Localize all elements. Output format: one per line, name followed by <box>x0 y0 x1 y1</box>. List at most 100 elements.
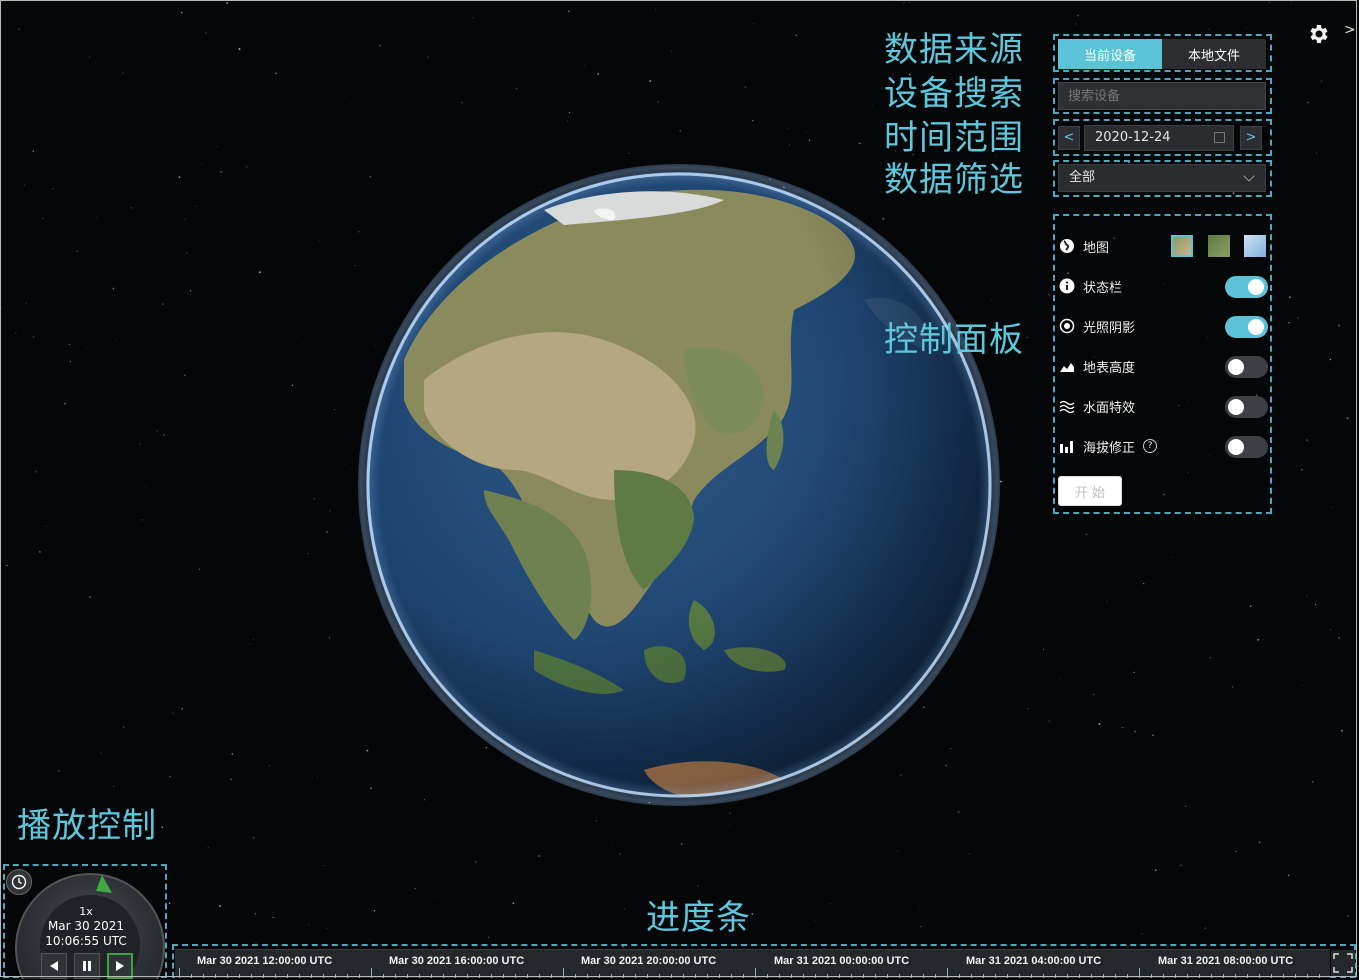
timeline-tick <box>527 974 528 978</box>
timeline-tick <box>275 974 276 978</box>
map-style-satellite[interactable] <box>1171 235 1193 257</box>
status-bar-toggle[interactable] <box>1225 276 1268 298</box>
timeline-tick <box>1259 974 1260 978</box>
water-toggle[interactable] <box>1225 396 1268 418</box>
timeline-tick <box>539 974 540 978</box>
speed-indicator-icon[interactable] <box>92 873 114 895</box>
globe-icon <box>1058 237 1076 255</box>
timeline-label: Mar 31 2021 08:00:00 UTC <box>1158 955 1293 967</box>
device-search-input[interactable] <box>1058 82 1266 110</box>
tab-current-device[interactable]: 当前设备 <box>1058 39 1162 69</box>
timeline-tick <box>575 974 576 978</box>
timeline-tick <box>1199 974 1200 978</box>
timeline-label: Mar 30 2021 16:00:00 UTC <box>389 955 524 967</box>
timeline-tick <box>995 974 996 978</box>
timeline-tick <box>287 974 288 978</box>
info-icon <box>1058 277 1076 295</box>
timeline-tick <box>599 974 600 978</box>
timeline-tick <box>851 974 852 978</box>
chevron-down-icon <box>1243 170 1254 181</box>
control-map-label: 地图 <box>1083 237 1109 256</box>
annotation-playback-control: 播放控制 <box>17 804 157 848</box>
control-lighting-label: 光照阴影 <box>1083 317 1135 336</box>
timeline-label: Mar 30 2021 12:00:00 UTC <box>197 955 332 967</box>
control-water-label: 水面特效 <box>1083 397 1135 416</box>
timeline-tick <box>719 974 720 978</box>
timeline-tick <box>419 974 420 978</box>
timeline-tick <box>395 974 396 978</box>
control-terrain: 地表高度 <box>1058 353 1268 379</box>
timeline-tick <box>203 974 204 978</box>
timeline-tick <box>671 974 672 978</box>
control-lighting: 光照阴影 <box>1058 313 1268 339</box>
timeline-label: Mar 30 2021 20:00:00 UTC <box>581 955 716 967</box>
help-icon[interactable]: ? <box>1143 439 1157 453</box>
timeline-tick <box>923 974 924 978</box>
control-status-bar-label: 状态栏 <box>1083 277 1122 296</box>
timeline-tick <box>515 974 516 978</box>
control-map: 地图 <box>1058 233 1268 259</box>
terrain-icon <box>1058 357 1076 375</box>
pause-button[interactable] <box>74 953 100 979</box>
date-field[interactable]: 2020-12-24 <box>1084 125 1234 151</box>
control-status-bar: 状态栏 <box>1058 273 1268 299</box>
timeline-tick <box>899 974 900 978</box>
timeline-tick <box>263 974 264 978</box>
timeline-tick <box>1247 974 1248 978</box>
timeline-tick <box>299 974 300 978</box>
timeline-bar[interactable]: Mar 30 2021 12:00:00 UTC Mar 30 2021 16:… <box>175 949 1330 978</box>
timeline-tick <box>707 974 708 978</box>
start-button[interactable]: 开 始 <box>1058 476 1122 506</box>
timeline-tick <box>1319 974 1320 978</box>
timeline-tick <box>431 974 432 978</box>
map-style-street[interactable] <box>1244 235 1266 257</box>
timeline-tick <box>1127 974 1128 978</box>
timeline-tick <box>491 974 492 978</box>
timeline-tick <box>731 974 732 978</box>
control-terrain-label: 地表高度 <box>1083 357 1135 376</box>
timeline-tick <box>1079 974 1080 978</box>
chart-icon <box>1058 437 1076 455</box>
timeline-tick <box>623 974 624 978</box>
timeline-tick <box>443 974 444 978</box>
timeline-tick <box>1067 974 1068 978</box>
timeline-tick <box>239 974 240 978</box>
data-filter-select[interactable]: 全部 <box>1058 164 1266 192</box>
timeline-tick <box>1211 974 1212 978</box>
timeline-tick <box>1091 974 1092 978</box>
play-button[interactable] <box>107 953 133 979</box>
control-altitude: 海拔修正 ? <box>1058 433 1268 459</box>
timeline-tick <box>1043 974 1044 978</box>
date-range-picker: < 2020-12-24 > <box>1058 123 1266 153</box>
timeline-tick <box>359 974 360 978</box>
timeline-tick <box>767 974 768 978</box>
chevron-right-icon[interactable]: > <box>1344 22 1356 38</box>
timeline-tick <box>467 974 468 978</box>
timeline-tick <box>383 974 384 978</box>
date-prev-button[interactable]: < <box>1058 126 1080 150</box>
timeline-tick <box>947 968 948 978</box>
timeline-tick <box>1163 974 1164 978</box>
rewind-button[interactable] <box>41 953 67 979</box>
animation-speed: 1x <box>6 905 166 918</box>
earth-globe[interactable] <box>364 170 994 800</box>
map-style-terrain[interactable] <box>1208 235 1230 257</box>
clock-icon[interactable] <box>6 869 32 895</box>
control-altitude-label: 海拔修正 <box>1083 437 1135 456</box>
altitude-toggle[interactable] <box>1225 436 1268 458</box>
date-next-button[interactable]: > <box>1240 126 1262 150</box>
animation-time: 10:06:55 UTC <box>6 934 166 948</box>
timeline-tick <box>743 974 744 978</box>
fullscreen-icon[interactable] <box>1331 950 1355 976</box>
terrain-toggle[interactable] <box>1225 356 1268 378</box>
timeline-tick <box>311 974 312 978</box>
timeline-tick <box>803 974 804 978</box>
timeline-label: Mar 31 2021 04:00:00 UTC <box>966 955 1101 967</box>
timeline-tick <box>647 974 648 978</box>
tab-local-file[interactable]: 本地文件 <box>1162 39 1266 69</box>
timeline-tick <box>1139 968 1140 978</box>
timeline-tick <box>1307 974 1308 978</box>
timeline-tick <box>911 974 912 978</box>
gear-icon[interactable] <box>1306 22 1330 46</box>
lighting-toggle[interactable] <box>1225 316 1268 338</box>
